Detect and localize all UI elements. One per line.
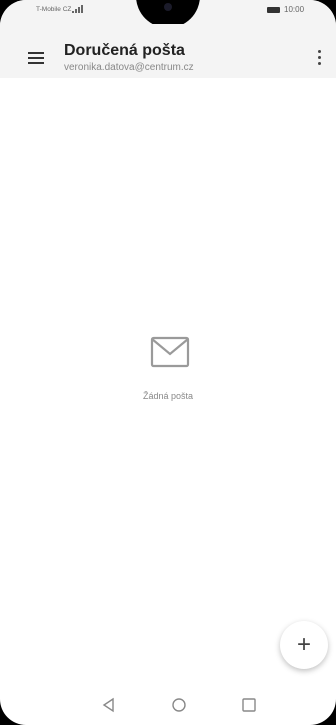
add-icon: +: [296, 631, 311, 658]
recents-icon[interactable]: [240, 696, 258, 714]
clock: 10:00: [284, 5, 305, 14]
battery-icon: [267, 7, 280, 13]
system-navigation-bar: [0, 690, 336, 725]
phone-screen: T-Mobile CZ 10:00 Doručená pošta veronik…: [0, 0, 336, 725]
back-icon[interactable]: [100, 696, 118, 714]
app-bar: Doručená pošta veronika.datova@centrum.c…: [0, 24, 336, 78]
more-options-icon[interactable]: [318, 50, 322, 66]
account-email: veronika.datova@centrum.cz: [64, 62, 194, 73]
page-title: Doručená pošta: [64, 42, 185, 59]
status-bar: T-Mobile CZ 10:00: [0, 0, 336, 28]
signal-icon: [72, 5, 83, 13]
carrier-label: T-Mobile CZ: [36, 6, 72, 13]
compose-button[interactable]: +: [280, 621, 328, 669]
home-icon[interactable]: [170, 696, 188, 714]
envelope-icon: [150, 336, 190, 368]
hamburger-menu-icon[interactable]: [28, 52, 44, 66]
empty-state-message: Žádná pošta: [142, 391, 194, 401]
